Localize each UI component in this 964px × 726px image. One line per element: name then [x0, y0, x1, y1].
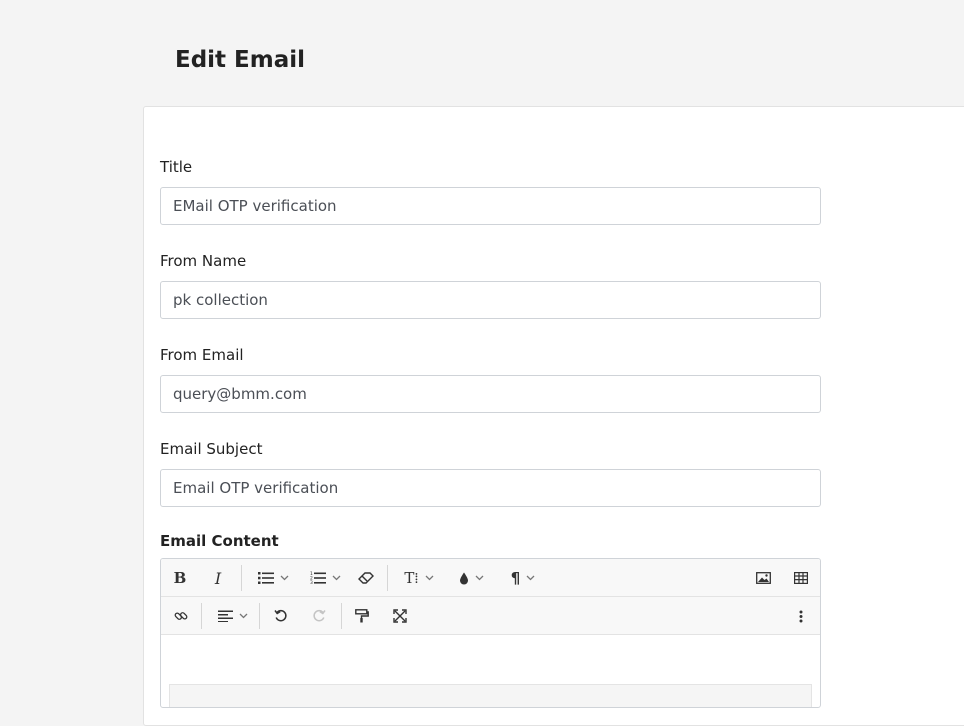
- more-vertical-icon: [799, 610, 803, 622]
- insert-table-button[interactable]: [791, 559, 811, 597]
- align-left-icon: [218, 610, 233, 622]
- chevron-down-icon: [425, 575, 434, 581]
- undo-icon: [274, 609, 287, 622]
- email-subject-input[interactable]: [160, 469, 821, 507]
- format-painter-button[interactable]: [351, 597, 373, 635]
- redo-button[interactable]: [309, 597, 329, 635]
- toolbar-separator: [241, 565, 242, 591]
- email-subject-label: Email Subject: [160, 440, 263, 458]
- editor-toolbar-row-2: [161, 597, 820, 635]
- editor-content-block: [169, 684, 812, 707]
- chevron-down-icon: [475, 575, 483, 581]
- chevron-down-icon: [280, 575, 288, 581]
- format-painter-icon: [355, 609, 369, 623]
- toolbar-separator: [387, 565, 388, 591]
- color-drop-icon: [459, 572, 468, 584]
- fullscreen-icon: [393, 609, 407, 623]
- insert-link-button[interactable]: [171, 597, 191, 635]
- table-icon: [794, 572, 808, 584]
- font-size-icon: T⁞: [404, 568, 419, 587]
- ordered-list-button[interactable]: 1 2 3: [305, 559, 345, 597]
- from-email-input[interactable]: [160, 375, 821, 413]
- image-icon: [755, 572, 771, 584]
- font-size-button[interactable]: T⁞: [399, 559, 439, 597]
- chevron-down-icon: [332, 575, 340, 581]
- chevron-down-icon: [526, 575, 535, 581]
- editor-content-area[interactable]: [161, 636, 820, 707]
- link-icon: [174, 612, 188, 620]
- unordered-list-button[interactable]: [253, 559, 293, 597]
- toolbar-separator: [259, 603, 260, 629]
- redo-icon: [313, 609, 326, 622]
- bold-button[interactable]: B: [169, 559, 191, 597]
- toolbar-separator: [201, 603, 202, 629]
- rich-text-editor: B I 1 2 3 T⁞ ¶: [160, 558, 821, 708]
- more-options-button[interactable]: [791, 597, 811, 635]
- page-title: Edit Email: [175, 47, 306, 73]
- svg-text:3: 3: [310, 580, 313, 585]
- ordered-list-icon: 1 2 3: [310, 571, 326, 585]
- unordered-list-icon: [257, 572, 274, 584]
- title-label: Title: [160, 158, 193, 176]
- fullscreen-button[interactable]: [389, 597, 411, 635]
- align-button[interactable]: [213, 597, 253, 635]
- email-content-label: Email Content: [160, 532, 279, 550]
- chevron-down-icon: [239, 613, 248, 619]
- eraser-icon: [358, 572, 374, 584]
- italic-icon: I: [214, 568, 222, 588]
- editor-toolbar-row-1: B I 1 2 3 T⁞ ¶: [161, 559, 820, 597]
- text-color-button[interactable]: [453, 559, 489, 597]
- italic-button[interactable]: I: [207, 559, 229, 597]
- title-input[interactable]: [160, 187, 821, 225]
- clear-format-button[interactable]: [355, 559, 377, 597]
- from-name-label: From Name: [160, 252, 247, 270]
- bold-icon: B: [173, 569, 187, 587]
- from-name-input[interactable]: [160, 281, 821, 319]
- paragraph-button[interactable]: ¶: [505, 559, 541, 597]
- insert-image-button[interactable]: [753, 559, 773, 597]
- from-email-label: From Email: [160, 346, 244, 364]
- undo-button[interactable]: [271, 597, 291, 635]
- paragraph-icon: ¶: [510, 569, 521, 587]
- toolbar-separator: [341, 603, 342, 629]
